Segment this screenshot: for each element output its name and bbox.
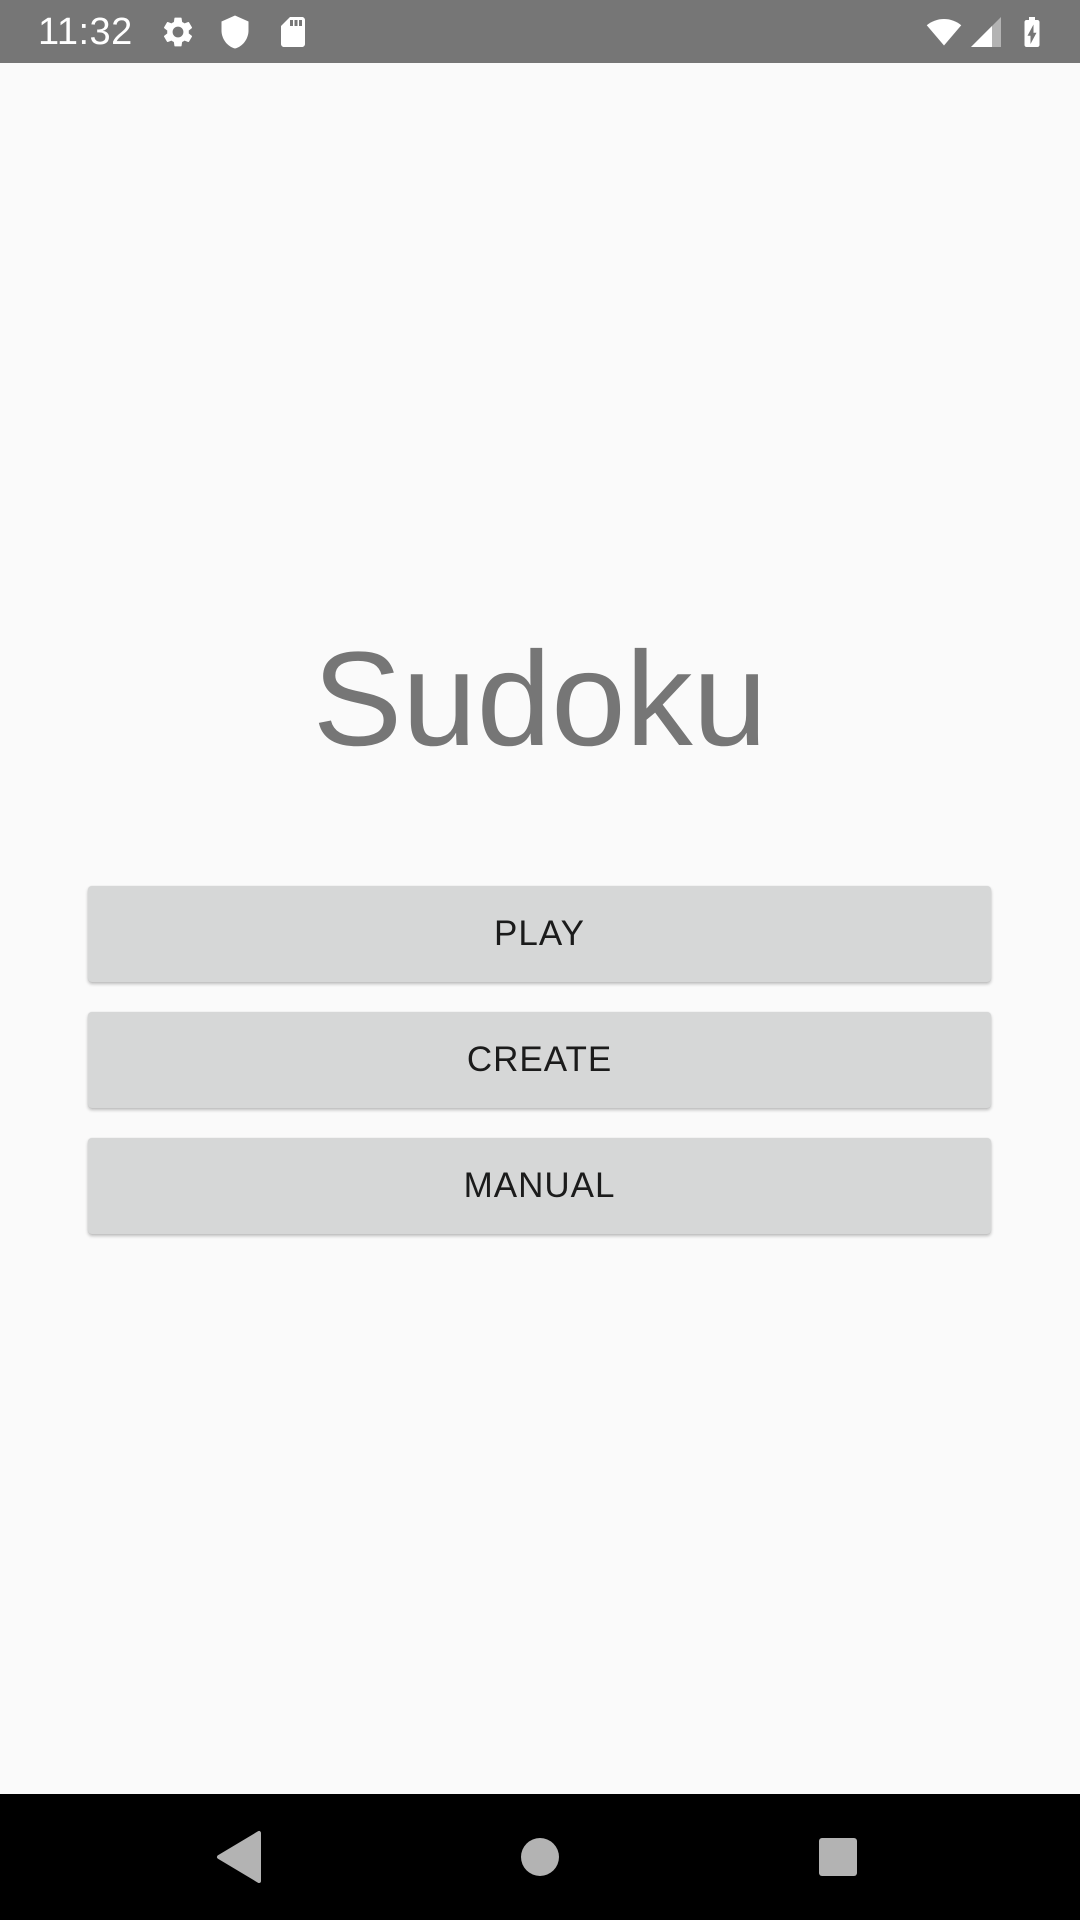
app-title: Sudoku [312,625,768,774]
status-time: 11:32 [38,11,133,53]
play-button[interactable]: PLAY [88,886,991,982]
shield-icon [217,14,253,50]
back-icon[interactable] [209,1827,269,1887]
navigation-bar [0,1794,1080,1920]
recents-icon[interactable] [808,1827,868,1887]
battery-charging-icon [1014,14,1050,50]
sd-card-icon [275,14,311,50]
wifi-icon [922,14,966,50]
signal-icon [968,14,1004,50]
manual-button[interactable]: MANUAL [88,1138,991,1234]
gear-icon [160,14,196,50]
home-icon[interactable] [510,1827,570,1887]
create-button[interactable]: CREATE [88,1012,991,1108]
status-bar: 11:32 [0,0,1080,63]
